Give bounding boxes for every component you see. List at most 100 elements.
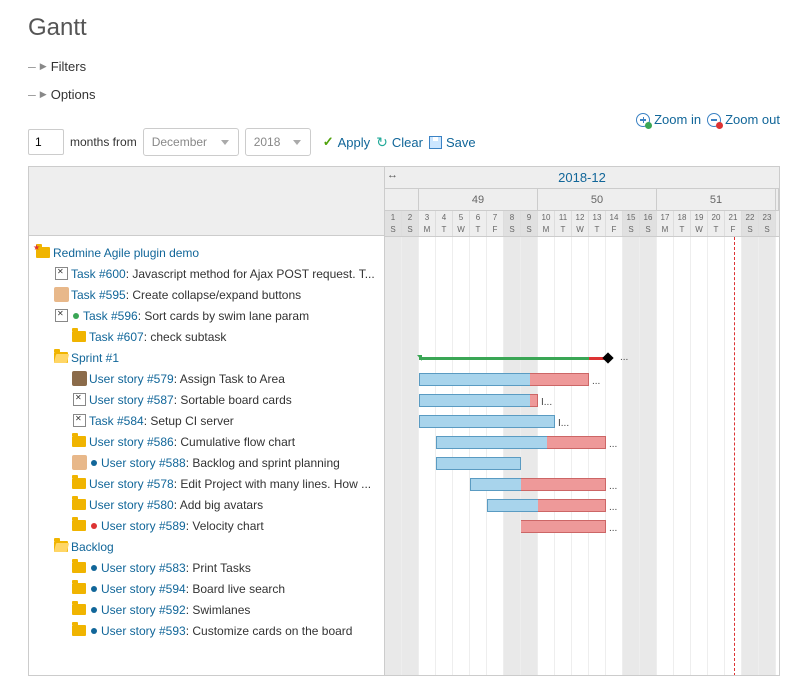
gantt-row <box>385 264 779 285</box>
issue-link[interactable]: User story #578 <box>89 477 174 491</box>
day-header: 20T <box>708 211 725 236</box>
filters-toggle[interactable]: – ▶ Filters <box>28 54 780 82</box>
folder-icon <box>71 497 87 513</box>
gantt-row: I... <box>385 411 779 432</box>
task-bar[interactable]: ... <box>487 499 606 512</box>
issue-subject: : Board live search <box>186 582 285 596</box>
issue-link[interactable]: User story #587 <box>89 393 174 407</box>
tree-row[interactable]: User story #580: Add big avatars <box>29 494 384 515</box>
issue-link[interactable]: User story #586 <box>89 435 174 449</box>
gantt-row <box>385 306 779 327</box>
issue-subject: : Edit Project with many lines. How ... <box>174 477 371 491</box>
tree-row[interactable]: Redmine Agile plugin demo <box>29 242 384 263</box>
tree-row[interactable]: User story #586: Cumulative flow chart <box>29 431 384 452</box>
issue-link[interactable]: User story #589 <box>101 519 186 533</box>
issue-link[interactable]: Task #600 <box>71 267 126 281</box>
issue-link[interactable]: User story #592 <box>101 603 186 617</box>
year-select[interactable]: 2018 <box>245 128 311 156</box>
issue-link[interactable]: User story #588 <box>101 456 186 470</box>
issue-link[interactable]: User story #594 <box>101 582 186 596</box>
day-header: 24M <box>776 211 779 236</box>
tree-row[interactable]: User story #589: Velocity chart <box>29 515 384 536</box>
issue-subject: : Sort cards by swim lane param <box>138 309 309 323</box>
tree-row[interactable]: Sprint #1 <box>29 347 384 368</box>
tree-row[interactable]: Task #596: Sort cards by swim lane param <box>29 305 384 326</box>
issue-subject: : Javascript method for Ajax POST reques… <box>126 267 375 281</box>
issue-link[interactable]: User story #579 <box>89 372 174 386</box>
tree-row[interactable]: User story #583: Print Tasks <box>29 557 384 578</box>
bar-label: ... <box>609 523 617 534</box>
task-bar[interactable]: I... <box>419 415 555 428</box>
tree-row[interactable]: User story #579: Assign Task to Area <box>29 368 384 389</box>
folder-icon <box>71 329 87 345</box>
clear-button[interactable]: ↻ Clear <box>376 134 423 151</box>
check-icon: ✓ <box>323 134 334 150</box>
day-header: 6T <box>470 211 487 236</box>
months-input[interactable] <box>28 129 64 155</box>
options-toggle[interactable]: – ▶ Options <box>28 82 780 110</box>
task-bar[interactable]: ... <box>419 373 589 386</box>
issue-subject: : Sortable board cards <box>174 393 292 407</box>
task-bar[interactable]: ... <box>436 436 606 449</box>
issue-link[interactable]: Redmine Agile plugin demo <box>53 246 199 260</box>
task-bar[interactable]: ... <box>521 520 606 533</box>
tree-row[interactable]: Task #595: Create collapse/expand button… <box>29 284 384 305</box>
gantt-row <box>385 621 779 642</box>
tree-row[interactable]: Task #600: Javascript method for Ajax PO… <box>29 263 384 284</box>
folder-open-icon <box>53 539 69 555</box>
month-select[interactable]: December <box>143 128 239 156</box>
issue-link[interactable]: User story #580 <box>89 498 174 512</box>
issue-link[interactable]: User story #583 <box>101 561 186 575</box>
issue-link[interactable]: Task #596 <box>83 309 138 323</box>
issue-subject: : Backlog and sprint planning <box>186 456 340 470</box>
zoom-in-button[interactable]: Zoom in <box>636 112 701 127</box>
issue-subject: : Swimlanes <box>186 603 251 617</box>
issue-subject: : Velocity chart <box>186 519 264 533</box>
save-button[interactable]: Save <box>429 135 476 150</box>
gantt-row: ... <box>385 495 779 516</box>
issue-link[interactable]: Backlog <box>71 540 114 554</box>
tree-row[interactable]: Backlog <box>29 536 384 557</box>
version-bar[interactable] <box>419 357 606 360</box>
priority-dot-icon <box>91 565 97 571</box>
day-header: 4T <box>436 211 453 236</box>
folder-icon <box>71 518 87 534</box>
day-header: 18T <box>674 211 691 236</box>
zoom-out-button[interactable]: Zoom out <box>707 112 780 127</box>
apply-button[interactable]: ✓ Apply <box>323 134 370 150</box>
issue-link[interactable]: Sprint #1 <box>71 351 119 365</box>
day-header: 3M <box>419 211 436 236</box>
column-resize-handle[interactable]: ↔ <box>387 169 398 181</box>
issue-link[interactable]: User story #593 <box>101 624 186 638</box>
tree-row[interactable]: Task #584: Setup CI server <box>29 410 384 431</box>
calendar-month-header[interactable]: 2018-12 <box>385 167 779 189</box>
tree-row[interactable]: User story #592: Swimlanes <box>29 599 384 620</box>
issue-subject: : Add big avatars <box>174 498 263 512</box>
task-bar[interactable]: I... <box>419 394 538 407</box>
gantt-chart: Redmine Agile plugin demo Task #600: Java… <box>28 166 780 676</box>
bar-label: ... <box>609 502 617 513</box>
tree-row[interactable]: Task #607: check subtask <box>29 326 384 347</box>
day-header: 16S <box>640 211 657 236</box>
gantt-subjects-column: Redmine Agile plugin demo Task #600: Java… <box>29 167 385 675</box>
priority-dot-icon <box>91 607 97 613</box>
tree-row[interactable]: User story #578: Edit Project with many … <box>29 473 384 494</box>
bar-label: ... <box>592 376 600 387</box>
gantt-row <box>385 243 779 264</box>
task-bar[interactable]: ... <box>470 478 606 491</box>
task-bar[interactable] <box>436 457 521 470</box>
tree-row[interactable]: User story #588: Backlog and sprint plan… <box>29 452 384 473</box>
tree-row[interactable]: User story #587: Sortable board cards <box>29 389 384 410</box>
gantt-row: ... <box>385 348 779 369</box>
task-icon <box>53 266 69 282</box>
issue-link[interactable]: Task #607 <box>89 330 144 344</box>
issue-link[interactable]: Task #584 <box>89 414 144 428</box>
day-header: 5W <box>453 211 470 236</box>
gantt-row <box>385 558 779 579</box>
issue-link[interactable]: Task #595 <box>71 288 126 302</box>
tree-row[interactable]: User story #594: Board live search <box>29 578 384 599</box>
day-header: 15S <box>623 211 640 236</box>
folder-icon <box>71 623 87 639</box>
tree-row[interactable]: User story #593: Customize cards on the … <box>29 620 384 641</box>
gantt-row <box>385 579 779 600</box>
